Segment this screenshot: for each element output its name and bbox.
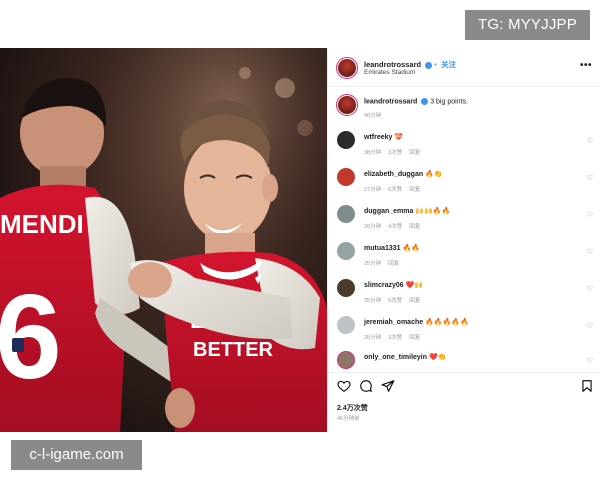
comment-text: 🔥🔥🔥🔥🔥: [425, 319, 469, 326]
actions-divider: [328, 372, 600, 373]
caption-body: 3 big points.: [430, 98, 468, 106]
players-illustration: MENDI 6 BETTER: [0, 48, 327, 432]
comment-text: 🔥🔥: [402, 245, 420, 252]
send-icon[interactable]: [381, 379, 395, 393]
author-avatar[interactable]: [336, 57, 358, 79]
heart-icon[interactable]: ♡: [587, 248, 593, 256]
caption-time: 46分钟: [364, 113, 382, 119]
heart-icon[interactable]: ♡: [587, 137, 593, 145]
sponsor-text-2: BETTER: [193, 339, 274, 361]
commenter-avatar[interactable]: [337, 351, 355, 369]
comment-item: duggan_emma 🙌🙌🔥🔥 26分钟 4次赞 回复 ♡: [328, 205, 600, 241]
reply-button[interactable]: 回复: [409, 335, 420, 341]
commenter-avatar[interactable]: [337, 205, 355, 223]
heart-icon[interactable]: ♡: [587, 357, 593, 365]
verified-icon: [421, 98, 429, 105]
comment-item: mutua1331 🔥🔥 25分钟 回复 ♡: [328, 242, 600, 278]
comment-likes[interactable]: 6次赞: [388, 187, 402, 193]
shirt-name-text: MENDI: [0, 209, 84, 239]
more-horizontal-icon[interactable]: •••: [580, 60, 592, 71]
commenter-avatar[interactable]: [337, 242, 355, 260]
shirt-number-text: 6: [0, 270, 62, 404]
heart-icon[interactable]: ♡: [587, 285, 593, 293]
comment-item: only_one_timileyin ❤️👏 ♡: [328, 351, 600, 373]
comment-likes[interactable]: 3次赞: [388, 335, 402, 341]
comment-item: slimcrazy06 ❤️🙌 35分钟 5次赞 回复 ♡: [328, 279, 600, 315]
verified-icon: [425, 61, 433, 69]
commenter-username[interactable]: jeremiah_omache: [364, 319, 423, 326]
header-divider: [328, 86, 600, 87]
commenter-avatar[interactable]: [337, 279, 355, 297]
commenter-avatar[interactable]: [337, 316, 355, 334]
comment-time: 35分钟: [364, 298, 382, 304]
reply-button[interactable]: 回复: [409, 298, 420, 304]
commenter-username[interactable]: wtfreeky: [364, 134, 392, 141]
comment-likes[interactable]: 4次赞: [388, 224, 402, 230]
telegram-watermark: TG: MYYJJPP: [465, 10, 590, 40]
site-watermark: c-l-igame.com: [11, 440, 142, 470]
reply-button[interactable]: 回复: [409, 224, 420, 230]
commenter-avatar[interactable]: [337, 168, 355, 186]
commenter-username[interactable]: only_one_timileyin: [364, 354, 427, 361]
follow-button[interactable]: 关注: [441, 60, 456, 69]
comment-icon[interactable]: [359, 379, 373, 393]
comment-text: ❤️👏: [428, 354, 447, 361]
post-photo: MENDI 6 BETTER: [0, 48, 327, 432]
reply-button[interactable]: 回复: [409, 150, 420, 156]
comment-likes[interactable]: 5次赞: [388, 298, 402, 304]
reply-button[interactable]: 回复: [388, 261, 399, 267]
bookmark-icon[interactable]: [580, 379, 594, 393]
commenter-username[interactable]: mutua1331: [364, 245, 401, 252]
instagram-post: MENDI 6 BETTER leandrotrossard • 关注 Emir…: [0, 48, 600, 432]
action-bar: [328, 376, 600, 398]
comment-text: 💝: [394, 134, 404, 141]
location-link[interactable]: Emirates Stadium: [364, 69, 415, 76]
reply-button[interactable]: 回复: [409, 187, 420, 193]
heart-icon[interactable]: ♡: [587, 322, 593, 330]
comment-item: jeremiah_omache 🔥🔥🔥🔥🔥 35分钟 3次赞 回复 ♡: [328, 316, 600, 352]
commenter-username[interactable]: elizabeth_duggan: [364, 171, 423, 178]
heart-icon[interactable]: ♡: [587, 174, 593, 182]
comment-text: 🔥👏: [425, 171, 443, 178]
heart-icon[interactable]: ♡: [587, 211, 593, 219]
likes-count[interactable]: 2.4万次赞: [337, 403, 368, 413]
caption-username[interactable]: leandrotrossard: [364, 98, 417, 105]
commenter-avatar[interactable]: [337, 131, 355, 149]
comment-likes[interactable]: 3次赞: [388, 150, 402, 156]
comment-time: 25分钟: [364, 261, 382, 267]
comment-time: 38分钟: [364, 150, 382, 156]
comment-time: 27分钟: [364, 187, 382, 193]
commenter-username[interactable]: duggan_emma: [364, 208, 413, 215]
comment-item: elizabeth_duggan 🔥👏 27分钟 6次赞 回复 ♡: [328, 168, 600, 204]
commenter-username[interactable]: slimcrazy06: [364, 282, 404, 289]
post-time: 46分钟前: [337, 416, 360, 422]
comment-text: ❤️🙌: [405, 282, 424, 289]
caption-text: leandrotrossard 3 big points.: [364, 98, 468, 105]
comment-item: wtfreeky 💝 38分钟 3次赞 回复 ♡: [328, 131, 600, 167]
heart-icon[interactable]: [337, 379, 351, 393]
author-username[interactable]: leandrotrossard: [364, 60, 421, 69]
comment-time: 35分钟: [364, 335, 382, 341]
comment-text: 🙌🙌🔥🔥: [415, 208, 451, 215]
caption-avatar[interactable]: [336, 94, 358, 116]
comment-time: 26分钟: [364, 224, 382, 230]
post-sidebar: leandrotrossard • 关注 Emirates Stadium ••…: [327, 48, 600, 432]
